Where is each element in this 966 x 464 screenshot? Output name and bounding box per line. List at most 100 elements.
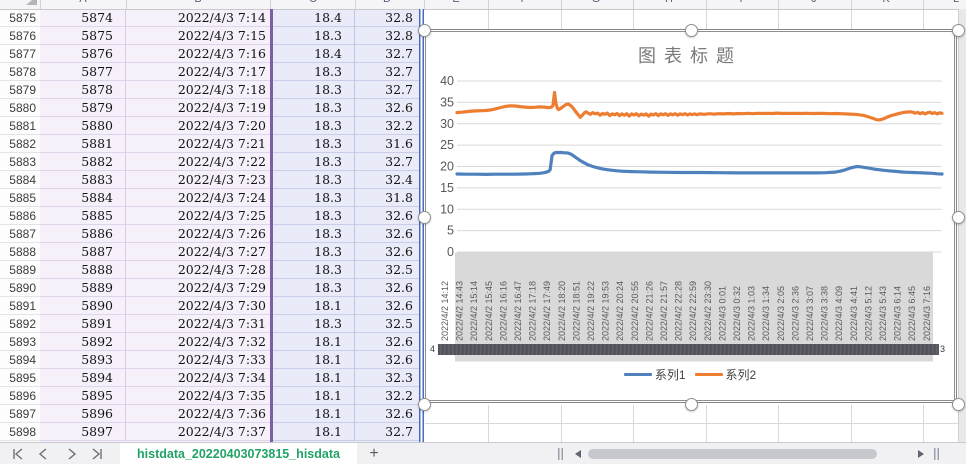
cell-c[interactable]: 18.3 xyxy=(272,207,355,225)
cell-c[interactable]: 18.1 xyxy=(272,423,355,441)
cell-a[interactable]: 5876 xyxy=(40,45,126,63)
row-header[interactable]: 5887 xyxy=(0,225,40,243)
next-sheet-button[interactable] xyxy=(64,447,78,461)
previous-sheet-button[interactable] xyxy=(37,447,51,461)
cell-d[interactable]: 32.6 xyxy=(355,243,419,261)
cell-c[interactable]: 18.3 xyxy=(272,225,355,243)
cell-a[interactable]: 5888 xyxy=(40,261,126,279)
row-header[interactable]: 5897 xyxy=(0,405,40,423)
cell-b[interactable]: 2022/4/3 7:25 xyxy=(126,207,270,225)
cell-d[interactable]: 32.2 xyxy=(355,387,419,405)
scroll-right-arrow-icon[interactable] xyxy=(918,450,924,458)
row-header[interactable]: 5892 xyxy=(0,315,40,333)
cell-d[interactable]: 32.7 xyxy=(355,423,419,441)
tab-scroll-splitter-right[interactable] xyxy=(934,448,939,460)
cell-b[interactable]: 2022/4/3 7:34 xyxy=(126,369,270,387)
cell-a[interactable]: 5874 xyxy=(40,9,126,27)
cell-b[interactable]: 2022/4/3 7:29 xyxy=(126,279,270,297)
cell-d[interactable]: 32.3 xyxy=(355,369,419,387)
cell-d[interactable]: 32.2 xyxy=(355,117,419,135)
column-header-g[interactable]: G xyxy=(592,0,601,5)
row-header[interactable]: 5896 xyxy=(0,387,40,405)
cell-d[interactable]: 32.6 xyxy=(355,297,419,315)
cell-b[interactable]: 2022/4/3 7:28 xyxy=(126,261,270,279)
cell-c[interactable]: 18.3 xyxy=(272,279,355,297)
cell-d[interactable]: 31.6 xyxy=(355,135,419,153)
cell-b[interactable]: 2022/4/3 7:15 xyxy=(126,27,270,45)
cell-a[interactable]: 5877 xyxy=(40,63,126,81)
cell-a[interactable]: 5893 xyxy=(40,351,126,369)
cell-d[interactable]: 32.7 xyxy=(355,45,419,63)
cell-a[interactable]: 5887 xyxy=(40,243,126,261)
series-line-1[interactable] xyxy=(457,152,942,174)
cell-a[interactable]: 5891 xyxy=(40,315,126,333)
cell-b[interactable]: 2022/4/3 7:24 xyxy=(126,189,270,207)
row-header[interactable]: 5876 xyxy=(0,27,40,45)
cell-c[interactable]: 18.3 xyxy=(272,63,355,81)
chart-selection-handle[interactable] xyxy=(952,211,965,224)
cell-b[interactable]: 2022/4/3 7:21 xyxy=(126,135,270,153)
cell-b[interactable]: 2022/4/3 7:18 xyxy=(126,81,270,99)
horizontal-scrollbar-thumb[interactable] xyxy=(588,449,877,459)
cell-d[interactable]: 32.6 xyxy=(355,405,419,423)
chart-legend[interactable]: 系列1系列2 xyxy=(424,366,956,383)
row-header[interactable]: 5893 xyxy=(0,333,40,351)
cell-c[interactable]: 18.4 xyxy=(272,45,355,63)
cell-d[interactable]: 32.7 xyxy=(355,81,419,99)
embedded-line-chart[interactable]: 图表标题 05101520253035402022/4/2 14:122022/… xyxy=(423,29,957,403)
cell-b[interactable]: 2022/4/3 7:27 xyxy=(126,243,270,261)
cell-d[interactable]: 32.6 xyxy=(355,207,419,225)
cell-b[interactable]: 2022/4/3 7:35 xyxy=(126,387,270,405)
cell-b[interactable]: 2022/4/3 7:17 xyxy=(126,63,270,81)
chart-selection-handle[interactable] xyxy=(685,24,698,37)
cell-a[interactable]: 5885 xyxy=(40,207,126,225)
cell-d[interactable]: 32.8 xyxy=(355,27,419,45)
active-sheet-tab[interactable]: histdata_20220403073815_hisdata xyxy=(120,443,357,464)
add-sheet-button[interactable]: + xyxy=(362,443,386,464)
row-header[interactable]: 5885 xyxy=(0,189,40,207)
cell-c[interactable]: 18.3 xyxy=(272,171,355,189)
cell-a[interactable]: 5875 xyxy=(40,27,126,45)
cell-d[interactable]: 32.6 xyxy=(355,99,419,117)
cell-c[interactable]: 18.3 xyxy=(272,243,355,261)
cell-a[interactable]: 5894 xyxy=(40,369,126,387)
cell-b[interactable]: 2022/4/3 7:31 xyxy=(126,315,270,333)
row-header[interactable]: 5898 xyxy=(0,423,40,441)
column-header-b[interactable]: B xyxy=(194,0,201,5)
row-header[interactable]: 5888 xyxy=(0,243,40,261)
cell-a[interactable]: 5896 xyxy=(40,405,126,423)
cell-d[interactable]: 32.7 xyxy=(355,153,419,171)
row-header[interactable]: 5894 xyxy=(0,351,40,369)
cell-a[interactable]: 5886 xyxy=(40,225,126,243)
column-header-f[interactable]: F xyxy=(521,0,528,5)
cell-c[interactable]: 18.3 xyxy=(272,81,355,99)
column-header-c[interactable]: C xyxy=(309,0,317,5)
cell-d[interactable]: 32.7 xyxy=(355,63,419,81)
cell-d[interactable]: 32.4 xyxy=(355,171,419,189)
cell-a[interactable]: 5878 xyxy=(40,81,126,99)
cell-a[interactable]: 5879 xyxy=(40,99,126,117)
cell-b[interactable]: 2022/4/3 7:36 xyxy=(126,405,270,423)
select-all-corner-icon[interactable] xyxy=(26,0,37,5)
cell-a[interactable]: 5892 xyxy=(40,333,126,351)
series-line-2[interactable] xyxy=(457,93,942,120)
cell-b[interactable]: 2022/4/3 7:14 xyxy=(126,9,270,27)
cell-b[interactable]: 2022/4/3 7:30 xyxy=(126,297,270,315)
cell-c[interactable]: 18.1 xyxy=(272,333,355,351)
cell-c[interactable]: 18.4 xyxy=(272,9,355,27)
cell-d[interactable]: 32.8 xyxy=(355,9,419,27)
cell-a[interactable]: 5890 xyxy=(40,297,126,315)
row-header[interactable]: 5883 xyxy=(0,153,40,171)
row-header[interactable]: 5881 xyxy=(0,117,40,135)
row-header[interactable]: 5879 xyxy=(0,81,40,99)
cell-c[interactable]: 18.1 xyxy=(272,387,355,405)
column-header-j[interactable]: J xyxy=(811,0,817,5)
cell-c[interactable]: 18.1 xyxy=(272,351,355,369)
cell-b[interactable]: 2022/4/3 7:16 xyxy=(126,45,270,63)
cell-d[interactable]: 31.8 xyxy=(355,189,419,207)
cell-c[interactable]: 18.3 xyxy=(272,153,355,171)
first-sheet-button[interactable] xyxy=(11,447,25,461)
cell-a[interactable]: 5881 xyxy=(40,135,126,153)
cell-c[interactable]: 18.3 xyxy=(272,261,355,279)
cell-b[interactable]: 2022/4/3 7:22 xyxy=(126,153,270,171)
